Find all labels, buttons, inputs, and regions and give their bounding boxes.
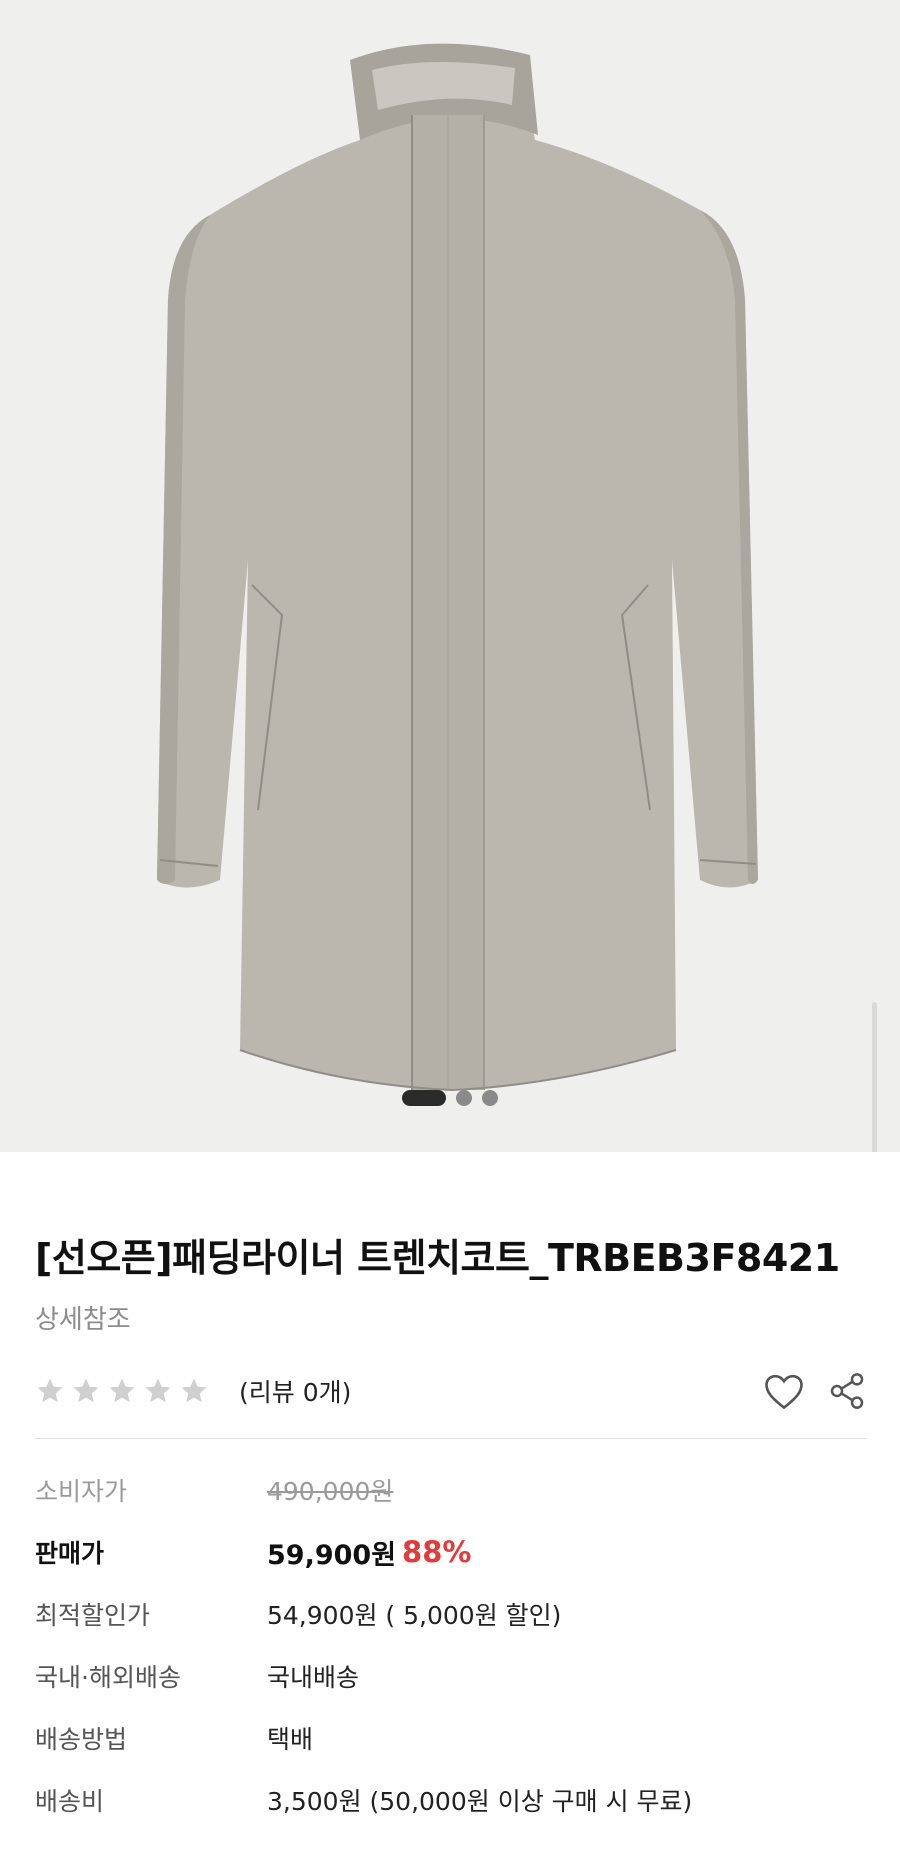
gallery-pagination bbox=[0, 1090, 900, 1106]
shipping-region-row: 국내·해외배송 국내배송 bbox=[35, 1645, 867, 1707]
star-icon bbox=[109, 1378, 135, 1403]
gallery-dot-2[interactable] bbox=[456, 1090, 472, 1106]
review-count-link[interactable]: (리뷰 0개) bbox=[239, 1373, 351, 1409]
star-icon bbox=[145, 1378, 171, 1403]
best-discount-label: 최적할인가 bbox=[35, 1601, 151, 1630]
product-image-gallery[interactable] bbox=[0, 0, 900, 1152]
list-price-value: 490,000원 bbox=[267, 1477, 394, 1506]
star-icon bbox=[73, 1378, 99, 1403]
shipping-region-label: 국내·해외배송 bbox=[35, 1663, 181, 1692]
discount-percent: 88% bbox=[402, 1535, 472, 1569]
price-shipping-table: 소비자가 490,000원 판매가 59,900원 88% 최적할인가 54,9… bbox=[35, 1459, 867, 1831]
shipping-region-value: 국내배송 bbox=[267, 1663, 360, 1692]
list-price-row: 소비자가 490,000원 bbox=[35, 1459, 867, 1521]
gallery-dot-3[interactable] bbox=[482, 1090, 498, 1106]
shipping-fee-value: 3,500원 (50,000원 이상 구매 시 무료) bbox=[267, 1787, 693, 1816]
sale-price-label: 판매가 bbox=[35, 1539, 105, 1568]
product-actions bbox=[763, 1366, 867, 1416]
best-discount-value: 54,900원 ( 5,000원 할인) bbox=[267, 1601, 562, 1630]
share-icon[interactable] bbox=[827, 1371, 867, 1411]
list-price-label: 소비자가 bbox=[35, 1477, 128, 1506]
sale-price-value: 59,900원 bbox=[267, 1539, 397, 1571]
shipping-method-row: 배송방법 택배 bbox=[35, 1707, 867, 1769]
shipping-fee-label: 배송비 bbox=[35, 1787, 105, 1816]
rating-stars bbox=[35, 1376, 209, 1406]
shipping-method-value: 택배 bbox=[267, 1725, 314, 1754]
rating-row: (리뷰 0개) bbox=[35, 1366, 867, 1416]
product-title: [선오픈]패딩라이너 트렌치코트_TRBEB3F8421 bbox=[35, 1236, 840, 1280]
heart-icon[interactable] bbox=[763, 1371, 805, 1411]
divider bbox=[35, 1438, 867, 1439]
gallery-dot-1[interactable] bbox=[402, 1090, 446, 1106]
product-info: [선오픈]패딩라이너 트렌치코트_TRBEB3F8421 상세참조 (리뷰 0개… bbox=[35, 1230, 867, 1831]
star-icon bbox=[37, 1378, 63, 1403]
product-image bbox=[157, 43, 758, 1092]
scrollbar[interactable] bbox=[872, 1002, 877, 1152]
product-brand: 상세참조 bbox=[35, 1305, 131, 1335]
best-discount-row: 최적할인가 54,900원 ( 5,000원 할인) bbox=[35, 1583, 867, 1645]
sale-price-row: 판매가 59,900원 88% bbox=[35, 1521, 867, 1583]
star-icon bbox=[181, 1378, 207, 1403]
shipping-fee-row: 배송비 3,500원 (50,000원 이상 구매 시 무료) bbox=[35, 1769, 867, 1831]
shipping-method-label: 배송방법 bbox=[35, 1725, 128, 1754]
